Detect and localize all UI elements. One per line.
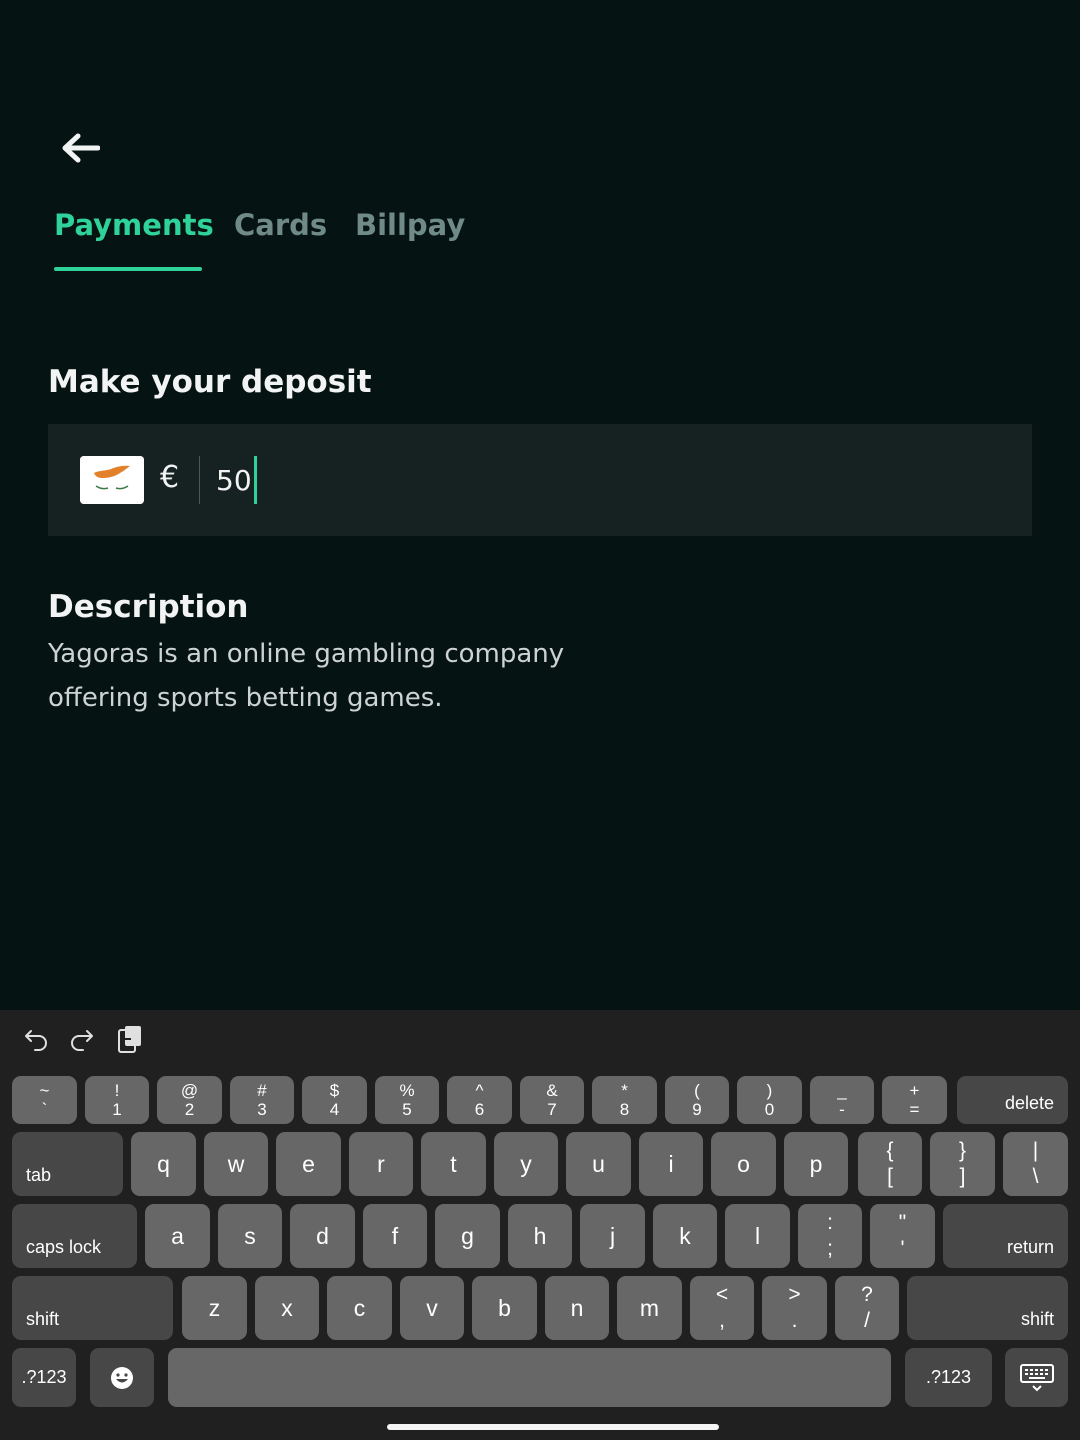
delete-key[interactable]: delete: [957, 1076, 1068, 1124]
key-right-bracket[interactable]: }]: [930, 1132, 995, 1196]
field-divider: [199, 456, 200, 504]
key-j[interactable]: j: [580, 1204, 645, 1268]
key-s[interactable]: s: [218, 1204, 282, 1268]
key-d[interactable]: d: [290, 1204, 355, 1268]
key-2[interactable]: @2: [157, 1076, 222, 1124]
redo-icon[interactable]: [64, 1018, 100, 1060]
key-comma[interactable]: <,: [690, 1276, 754, 1340]
tab-cards[interactable]: Cards: [234, 208, 327, 242]
key-z[interactable]: z: [182, 1276, 247, 1340]
clipboard-icon[interactable]: [112, 1018, 148, 1060]
return-key[interactable]: return: [943, 1204, 1068, 1268]
key-u[interactable]: u: [566, 1132, 631, 1196]
key-8[interactable]: * 8: [592, 1076, 657, 1124]
caps-lock-key[interactable]: caps lock: [12, 1204, 137, 1268]
key-3[interactable]: #3: [230, 1076, 294, 1124]
description-text: Yagoras is an online gambling company of…: [48, 639, 565, 713]
key-y[interactable]: y: [494, 1132, 558, 1196]
key-backslash[interactable]: | \: [1003, 1132, 1068, 1196]
key-h[interactable]: h: [508, 1204, 572, 1268]
key-p[interactable]: p: [784, 1132, 848, 1196]
currency-symbol: €: [160, 460, 180, 495]
keyboard-hide-icon: [1019, 1363, 1054, 1391]
key-v[interactable]: v: [400, 1276, 464, 1340]
key-f[interactable]: f: [363, 1204, 427, 1268]
key-slash[interactable]: ? /: [835, 1276, 899, 1340]
back-button[interactable]: [56, 128, 104, 168]
undo-icon[interactable]: [18, 1018, 54, 1060]
numbers-key-left[interactable]: .?123: [12, 1348, 76, 1407]
key-i[interactable]: i: [639, 1132, 703, 1196]
key-semicolon[interactable]: :;: [798, 1204, 862, 1268]
key-q[interactable]: q: [131, 1132, 196, 1196]
key-t[interactable]: t: [421, 1132, 486, 1196]
key-g[interactable]: g: [435, 1204, 500, 1268]
key-6[interactable]: ^ 6: [447, 1076, 512, 1124]
key-l[interactable]: l: [725, 1204, 790, 1268]
home-indicator[interactable]: [387, 1424, 719, 1430]
key-n[interactable]: n: [545, 1276, 609, 1340]
key-4[interactable]: $4: [302, 1076, 367, 1124]
key-minus[interactable]: _ -: [810, 1076, 874, 1124]
emoji-icon: [111, 1366, 133, 1389]
key-left-bracket[interactable]: {[: [858, 1132, 922, 1196]
deposit-title: Make your deposit: [48, 364, 372, 400]
key-a[interactable]: a: [145, 1204, 210, 1268]
left-shift-key[interactable]: shift: [12, 1276, 173, 1340]
key-e[interactable]: e: [276, 1132, 341, 1196]
key-c[interactable]: c: [327, 1276, 392, 1340]
key-m[interactable]: m: [617, 1276, 682, 1340]
key-1[interactable]: ! 1: [85, 1076, 149, 1124]
key-r[interactable]: r: [349, 1132, 413, 1196]
text-caret: [254, 456, 257, 504]
arrow-left-icon: [62, 133, 100, 163]
key-0[interactable]: ) 0: [737, 1076, 802, 1124]
deposit-amount-field[interactable]: €: [48, 424, 1032, 536]
space-bar[interactable]: [168, 1348, 891, 1407]
key-equals[interactable]: + =: [882, 1076, 947, 1124]
key-b[interactable]: b: [472, 1276, 537, 1340]
tab-key[interactable]: tab: [12, 1132, 123, 1196]
key-9[interactable]: (9: [665, 1076, 729, 1124]
payment-screen: Payments Cards Billpay Make your deposit…: [0, 0, 1080, 1010]
hide-keyboard-key[interactable]: [1005, 1348, 1068, 1407]
key-x[interactable]: x: [255, 1276, 319, 1340]
key-quote[interactable]: " ': [870, 1204, 935, 1268]
tab-payments[interactable]: Payments: [54, 208, 214, 242]
key-o[interactable]: o: [711, 1132, 776, 1196]
numbers-key-right[interactable]: .?123: [905, 1348, 992, 1407]
emoji-key[interactable]: [90, 1348, 154, 1407]
cyprus-flag-icon: [80, 456, 144, 504]
tab-billpay[interactable]: Billpay: [355, 208, 465, 242]
key-k[interactable]: k: [653, 1204, 717, 1268]
amount-input[interactable]: [216, 454, 996, 506]
key-7[interactable]: & 7: [520, 1076, 584, 1124]
key-w[interactable]: w: [204, 1132, 268, 1196]
key-backtick[interactable]: ~ `: [12, 1076, 77, 1124]
description-title: Description: [48, 589, 249, 625]
key-5[interactable]: % 5: [375, 1076, 439, 1124]
key-period[interactable]: >.: [762, 1276, 827, 1340]
active-tab-indicator: [54, 267, 202, 271]
right-shift-key[interactable]: shift: [907, 1276, 1068, 1340]
